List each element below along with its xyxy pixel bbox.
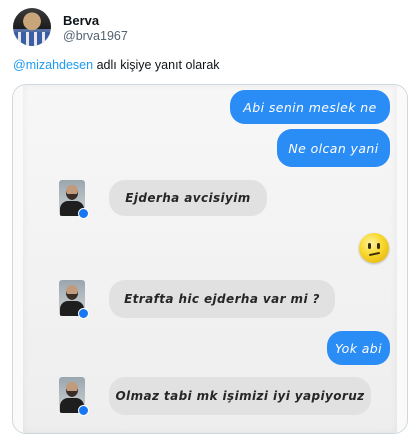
author-avatar[interactable] <box>13 8 51 46</box>
author-display-name[interactable]: Berva <box>63 13 99 28</box>
message-received: Olmaz tabi mk işimizi iyi yapiyoruz <box>109 377 371 415</box>
messenger-badge-icon <box>78 208 89 219</box>
tweet-media-image[interactable]: Abi senin meslek ne Ne olcan yani Ejderh… <box>12 84 408 434</box>
message-sent: Ne olcan yani <box>277 129 390 167</box>
message-received: Ejderha avcisiyim <box>109 180 267 216</box>
messenger-badge-icon <box>78 308 89 319</box>
reply-context: @mizahdesen adlı kişiye yanıt olarak <box>13 58 220 72</box>
reply-context-text: adlı kişiye yanıt olarak <box>93 58 220 72</box>
chat-screenshot: Abi senin meslek ne Ne olcan yani Ejderh… <box>23 85 397 433</box>
message-received: Etrafta hic ejderha var mi ? <box>109 280 335 318</box>
message-sent: Abi senin meslek ne <box>230 90 390 124</box>
reply-mention-link[interactable]: @mizahdesen <box>13 58 93 72</box>
author-handle[interactable]: @brva1967 <box>63 29 128 43</box>
message-sent: Yok abi <box>327 331 390 365</box>
messenger-badge-icon <box>78 405 89 416</box>
tweet-header: Berva @brva1967 <box>13 8 407 48</box>
neutral-face-icon <box>359 233 389 263</box>
